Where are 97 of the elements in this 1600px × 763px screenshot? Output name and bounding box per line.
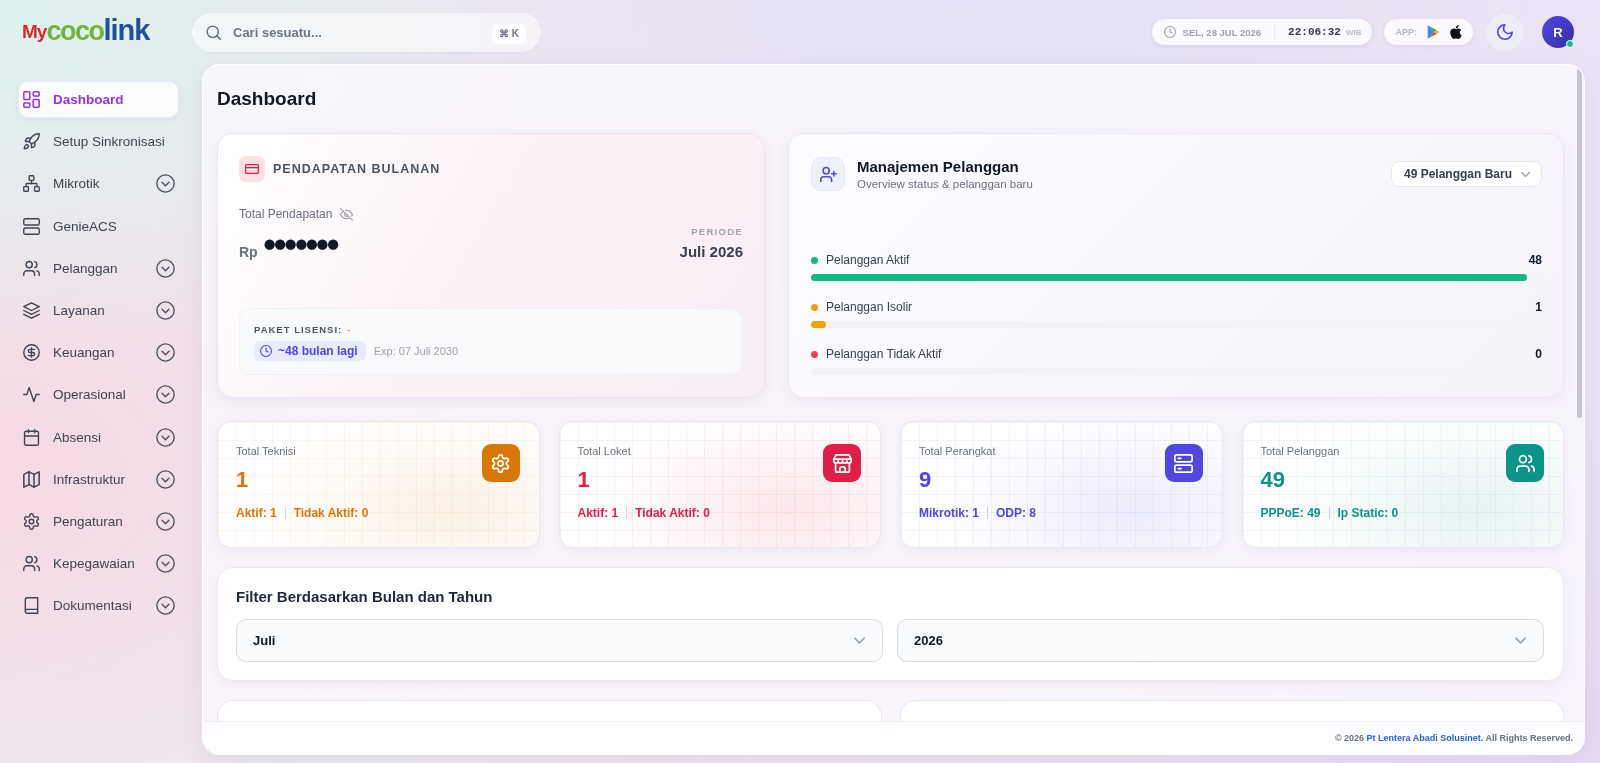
- expiry-text: Exp: 07 Juli 2030: [373, 345, 459, 357]
- sidebar-item[interactable]: Dokumentasi: [18, 587, 179, 625]
- sidebar-item[interactable]: Layanan: [18, 291, 179, 329]
- eye-off-icon[interactable]: [340, 207, 354, 221]
- stat-value: 9: [919, 466, 933, 494]
- stat-label: Total Perangkat: [919, 444, 997, 458]
- keyboard-shortcut-hint: ⌘ K: [492, 23, 526, 44]
- time-text: 22:06:32: [1288, 26, 1341, 38]
- rocket-icon: [23, 133, 40, 151]
- stat-detail: Mikrotik: 1: [919, 505, 979, 521]
- status-count: 0: [1535, 347, 1542, 361]
- page-title: Dashboard: [217, 87, 318, 111]
- stat-detail: PPPoE: 49: [1260, 505, 1321, 521]
- status-label: Pelanggan Isolir: [826, 300, 913, 314]
- stat-label: Total Teknisi: [236, 444, 297, 458]
- chevron-circle-icon: [156, 258, 175, 278]
- chevron-circle-icon: [156, 427, 175, 447]
- remaining-text: ~48 bulan lagi: [278, 344, 358, 358]
- license-value: -: [347, 324, 352, 335]
- sidebar-item[interactable]: GenieACS: [18, 207, 179, 245]
- sidebar-item[interactable]: Setup Sinkronisasi: [18, 123, 179, 161]
- play-icon[interactable]: [1427, 25, 1440, 39]
- card-subtitle: Overview status & pelanggan baru: [857, 178, 1033, 190]
- sidebar-item[interactable]: Infrastruktur: [18, 460, 179, 498]
- period-value: Juli 2026: [679, 243, 743, 260]
- theme-toggle-button[interactable]: [1486, 13, 1523, 51]
- currency-label: Rp: [239, 243, 258, 260]
- grid-icon: [23, 91, 40, 108]
- stat-detail: Aktif: 1: [577, 505, 619, 521]
- date-text: SEL, 28 JUL 2026: [1182, 26, 1262, 38]
- sidebar-item[interactable]: Kepegawaian: [18, 545, 179, 583]
- stat-value: 1: [236, 466, 250, 494]
- filter-title: Filter Berdasarkan Bulan dan Tahun: [236, 587, 494, 607]
- chevron-down-icon: [1515, 635, 1526, 646]
- chevron-circle-icon: [156, 554, 175, 574]
- sidebar-item[interactable]: Operasional: [18, 376, 179, 414]
- chevron-circle-icon: [156, 343, 175, 363]
- pulse-icon: [23, 386, 40, 404]
- sidebar-item[interactable]: Pengaturan: [18, 502, 179, 540]
- stat-value: 1: [577, 466, 591, 494]
- chevron-circle-icon: [156, 469, 175, 489]
- sidebar-item[interactable]: Pelanggan: [18, 249, 179, 287]
- hidden-amount: ●●●●●●●: [263, 235, 338, 252]
- copyright-text: © 2026 Pt Lentera Abadi Solusinet. All Rights Reserved.: [1334, 733, 1573, 743]
- stat-detail: Tidak Aktif: 0: [293, 505, 369, 521]
- search-icon: [206, 24, 221, 40]
- year-select[interactable]: 2026: [897, 619, 1544, 662]
- avatar-button[interactable]: R: [1542, 16, 1574, 48]
- period-label: PERIODE: [691, 226, 743, 237]
- user-plus-icon: [811, 157, 845, 191]
- sidebar-item[interactable]: Mikrotik: [18, 165, 179, 203]
- total-revenue-label: Total Pendapatan: [239, 206, 333, 222]
- network-icon: [23, 175, 40, 193]
- stat-label: Total Pelanggan: [1260, 444, 1341, 458]
- stat-detail: Tidak Aktif: 0: [635, 505, 710, 521]
- chevron-down-icon: [854, 635, 865, 646]
- chevron-circle-icon: [156, 596, 175, 616]
- card-title: PENDAPATAN BULANAN: [273, 162, 441, 176]
- dollar-icon: [23, 344, 40, 362]
- chevron-circle-icon: [156, 511, 175, 531]
- apple-icon[interactable]: [1450, 25, 1462, 39]
- scrollbar[interactable]: [1577, 68, 1582, 418]
- status-label: Pelanggan Tidak Aktif: [826, 347, 942, 361]
- timezone-text: WIB: [1345, 27, 1362, 37]
- map-icon: [23, 470, 40, 488]
- layers-icon: [23, 301, 40, 319]
- company-link[interactable]: Pt Lentera Abadi Solusinet.: [1366, 733, 1484, 743]
- clock-icon: [260, 345, 272, 357]
- card-title: Manajemen Pelanggan: [857, 158, 1020, 176]
- book-icon: [23, 597, 40, 615]
- license-label: PAKET LISENSI:: [254, 324, 343, 335]
- chevron-circle-icon: [156, 300, 175, 320]
- stat-label: Total Loket: [577, 444, 632, 458]
- sidebar-item[interactable]: Dashboard: [18, 81, 179, 118]
- sidebar-item[interactable]: Keuangan: [18, 334, 179, 372]
- clock-icon: [1163, 26, 1176, 38]
- stat-detail: Ip Static: 0: [1337, 505, 1399, 521]
- month-select[interactable]: Juli: [236, 619, 883, 662]
- chevron-circle-icon: [156, 174, 175, 194]
- status-count: 48: [1528, 253, 1542, 267]
- sidebar-item[interactable]: Absensi: [18, 418, 179, 456]
- users-icon: [23, 555, 40, 573]
- moon-icon: [1496, 24, 1513, 40]
- new-customers-dropdown[interactable]: 49 Pelanggan Baru: [1390, 161, 1542, 187]
- credit-card-icon: [239, 156, 265, 182]
- gear-icon: [23, 512, 40, 530]
- calendar-icon: [23, 428, 40, 446]
- stat-detail: ODP: 8: [996, 505, 1037, 521]
- status-label: Pelanggan Aktif: [826, 253, 910, 267]
- app-label: APP:: [1395, 27, 1417, 37]
- chevron-down-icon: [1521, 169, 1530, 179]
- stat-detail: Aktif: 1: [236, 505, 277, 521]
- stat-value: 49: [1260, 466, 1286, 494]
- server-icon: [23, 217, 40, 235]
- chevron-circle-icon: [156, 385, 175, 405]
- users-icon: [23, 259, 40, 277]
- status-count: 1: [1535, 300, 1542, 314]
